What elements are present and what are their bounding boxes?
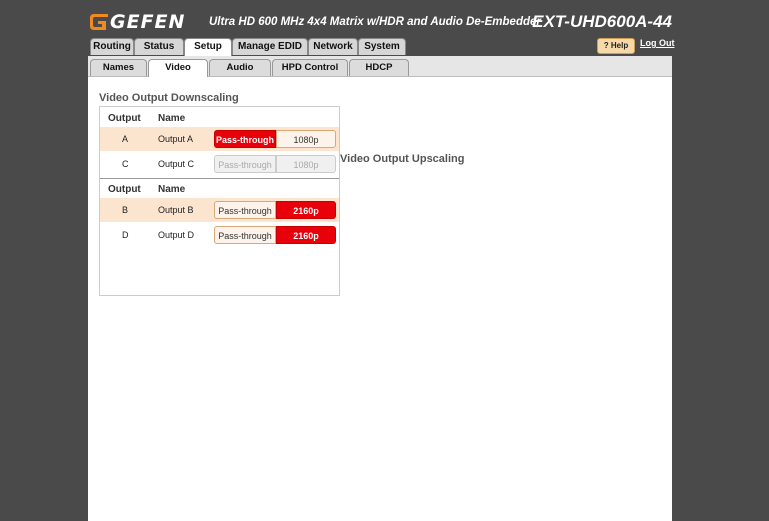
tab-network[interactable]: Network	[308, 38, 358, 55]
col-output-header: Output	[108, 184, 141, 195]
output-id: C	[122, 159, 129, 169]
table-row: A Output A Pass-through 1080p	[100, 127, 339, 151]
divider	[100, 178, 339, 179]
col-name-header: Name	[158, 113, 186, 124]
resolution-2160p-button[interactable]: 2160p	[276, 201, 336, 219]
upscaling-title: Video Output Upscaling	[340, 153, 465, 165]
subtab-hdcp[interactable]: HDCP	[349, 59, 409, 76]
gefen-logo-icon	[90, 14, 108, 30]
output-name: Output B	[158, 205, 194, 215]
output-id: B	[122, 205, 129, 215]
col-output-header: Output	[108, 113, 141, 124]
subtab-names[interactable]: Names	[90, 59, 147, 76]
col-name-header: Name	[158, 184, 186, 195]
resolution-2160p-button[interactable]: 2160p	[276, 226, 336, 244]
tab-status[interactable]: Status	[134, 38, 184, 55]
table-row: B Output B Pass-through 2160p	[100, 198, 339, 222]
subtab-audio[interactable]: Audio	[209, 59, 271, 76]
subtab-video[interactable]: Video	[148, 59, 208, 77]
pass-through-button[interactable]: Pass-through	[214, 226, 276, 244]
help-button[interactable]: ? Help	[597, 38, 635, 54]
output-id: D	[122, 230, 129, 240]
tab-routing[interactable]: Routing	[90, 38, 134, 55]
pass-through-button[interactable]: Pass-through	[214, 130, 276, 148]
table-row: D Output D Pass-through 2160p	[100, 223, 339, 247]
table-row: C Output C Pass-through 1080p	[100, 152, 339, 176]
header: GEFEN Ultra HD 600 MHz 4x4 Matrix w/HDR …	[88, 10, 672, 36]
app-window: GEFEN Ultra HD 600 MHz 4x4 Matrix w/HDR …	[0, 0, 769, 521]
subtab-hpd-control[interactable]: HPD Control	[272, 59, 348, 76]
tab-setup[interactable]: Setup	[184, 38, 232, 56]
sub-tab-bar: Names Video Audio HPD Control HDCP	[88, 56, 672, 77]
output-name: Output A	[158, 134, 194, 144]
brand-name: GEFEN	[110, 11, 186, 33]
output-name: Output D	[158, 230, 195, 240]
logout-link[interactable]: Log Out	[640, 38, 675, 48]
output-name: Output C	[158, 159, 195, 169]
pass-through-button[interactable]: Pass-through	[214, 201, 276, 219]
product-subtitle: Ultra HD 600 MHz 4x4 Matrix w/HDR and Au…	[209, 16, 541, 28]
content-area: Names Video Audio HPD Control HDCP Video…	[88, 56, 672, 521]
resolution-1080p-button[interactable]: 1080p	[276, 155, 336, 173]
model-number: EXT-UHD600A-44	[532, 12, 672, 31]
pass-through-button[interactable]: Pass-through	[214, 155, 276, 173]
tab-manage-edid[interactable]: Manage EDID	[232, 38, 308, 55]
resolution-1080p-button[interactable]: 1080p	[276, 130, 336, 148]
output-id: A	[122, 134, 129, 144]
tab-system[interactable]: System	[358, 38, 406, 55]
scaling-panel: Output Name A Output A Pass-through 1080…	[99, 106, 340, 296]
downscaling-title: Video Output Downscaling	[99, 92, 239, 104]
